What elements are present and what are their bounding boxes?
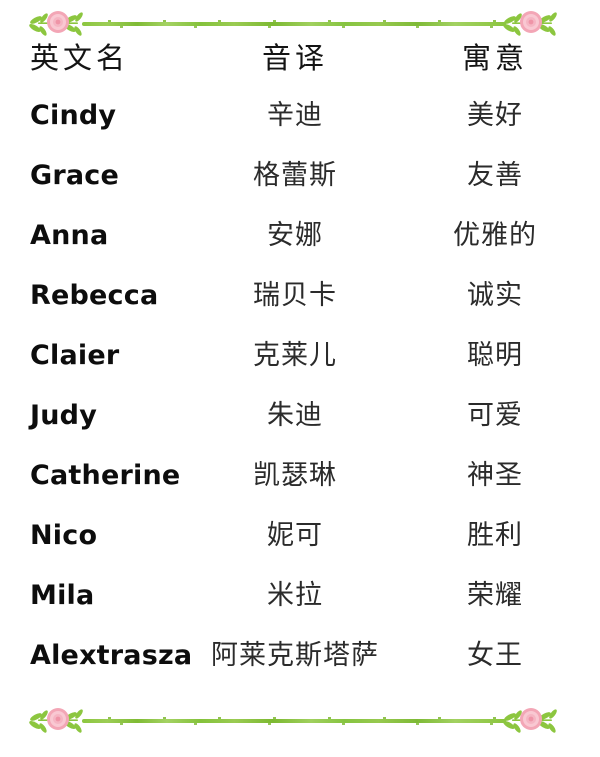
rose-icon [47, 708, 69, 730]
transliteration-text: 米拉 [267, 580, 323, 611]
cell-english-name: Catherine [0, 462, 200, 489]
meaning-text: 神圣 [467, 460, 523, 491]
meaning-text: 女王 [467, 640, 523, 671]
table-row: Catherine 凯瑟琳 神圣 [0, 462, 600, 522]
english-name-text: Cindy [30, 100, 117, 131]
vine-line-icon [82, 717, 506, 725]
meaning-text: 荣耀 [467, 580, 523, 611]
cell-meaning: 荣耀 [390, 582, 600, 609]
rose-cluster-right-bottom [500, 703, 562, 737]
cell-english-name: Nico [0, 522, 200, 549]
cell-english-name: Cindy [0, 102, 200, 129]
rose-vine-divider-bottom [26, 703, 562, 737]
cell-transliteration: 安娜 [200, 222, 390, 249]
english-name-text: Judy [30, 400, 97, 431]
rose-cluster-left-top [26, 6, 88, 40]
rose-icon [47, 11, 69, 33]
rose-icon [520, 708, 542, 730]
cell-english-name: Rebecca [0, 282, 200, 309]
table-row: Alextrasza 阿莱克斯塔萨 女王 [0, 642, 600, 702]
transliteration-text: 妮可 [267, 520, 323, 551]
cell-english-name: Judy [0, 402, 200, 429]
cell-transliteration: 米拉 [200, 582, 390, 609]
meaning-text: 美好 [467, 100, 523, 131]
cell-english-name: Alextrasza [0, 642, 200, 669]
cell-english-name: Claier [0, 342, 200, 369]
meaning-text: 可爱 [467, 400, 523, 431]
meaning-text: 聪明 [467, 340, 523, 371]
table-row: Anna 安娜 优雅的 [0, 222, 600, 282]
cell-transliteration: 辛迪 [200, 102, 390, 129]
table-row: Cindy 辛迪 美好 [0, 102, 600, 162]
english-name-text: Grace [30, 160, 120, 191]
cell-transliteration: 朱迪 [200, 402, 390, 429]
column-header-meaning-label: 寓意 [461, 41, 528, 75]
transliteration-text: 凯瑟琳 [253, 460, 337, 491]
table-header-row: 英文名 音译 寓意 [0, 44, 600, 102]
english-name-text: Claier [30, 340, 120, 371]
table-row: Nico 妮可 胜利 [0, 522, 600, 582]
column-header-meaning: 寓意 [390, 44, 600, 73]
english-name-text: Nico [30, 520, 98, 551]
cell-transliteration: 格蕾斯 [200, 162, 390, 189]
cell-english-name: Anna [0, 222, 200, 249]
cell-meaning: 友善 [390, 162, 600, 189]
column-header-english-name-label: 英文名 [30, 41, 130, 75]
transliteration-text: 辛迪 [267, 100, 323, 131]
meaning-text: 优雅的 [453, 220, 537, 251]
cell-transliteration: 克莱儿 [200, 342, 390, 369]
transliteration-text: 克莱儿 [253, 340, 337, 371]
cell-transliteration: 凯瑟琳 [200, 462, 390, 489]
transliteration-text: 朱迪 [267, 400, 323, 431]
vine-line-icon [82, 20, 506, 28]
english-name-text: Anna [30, 220, 109, 251]
rose-icon [520, 11, 542, 33]
transliteration-text: 阿莱克斯塔萨 [211, 640, 379, 671]
cell-meaning: 美好 [390, 102, 600, 129]
name-list-page: 英文名 音译 寓意 Cindy 辛迪 美好 Grace 格蕾斯 友善 Anna … [0, 0, 600, 757]
cell-transliteration: 妮可 [200, 522, 390, 549]
cell-meaning: 女王 [390, 642, 600, 669]
table-row: Claier 克莱儿 聪明 [0, 342, 600, 402]
cell-transliteration: 阿莱克斯塔萨 [200, 642, 390, 669]
table-row: Mila 米拉 荣耀 [0, 582, 600, 642]
table-row: Rebecca 瑞贝卡 诚实 [0, 282, 600, 342]
cell-meaning: 聪明 [390, 342, 600, 369]
name-table: 英文名 音译 寓意 Cindy 辛迪 美好 Grace 格蕾斯 友善 Anna … [0, 44, 600, 702]
cell-meaning: 诚实 [390, 282, 600, 309]
meaning-text: 诚实 [467, 280, 523, 311]
english-name-text: Catherine [30, 460, 181, 491]
table-row: Grace 格蕾斯 友善 [0, 162, 600, 222]
cell-meaning: 可爱 [390, 402, 600, 429]
column-header-transliteration: 音译 [200, 44, 390, 73]
cell-meaning: 优雅的 [390, 222, 600, 249]
cell-meaning: 神圣 [390, 462, 600, 489]
meaning-text: 胜利 [467, 520, 523, 551]
column-header-english-name: 英文名 [0, 44, 200, 73]
table-row: Judy 朱迪 可爱 [0, 402, 600, 462]
transliteration-text: 安娜 [267, 220, 323, 251]
meaning-text: 友善 [467, 160, 523, 191]
cell-transliteration: 瑞贝卡 [200, 282, 390, 309]
english-name-text: Rebecca [30, 280, 159, 311]
english-name-text: Mila [30, 580, 95, 611]
rose-cluster-left-bottom [26, 703, 88, 737]
transliteration-text: 瑞贝卡 [253, 280, 337, 311]
rose-cluster-right-top [500, 6, 562, 40]
cell-meaning: 胜利 [390, 522, 600, 549]
cell-english-name: Grace [0, 162, 200, 189]
transliteration-text: 格蕾斯 [253, 160, 337, 191]
column-header-transliteration-label: 音译 [261, 41, 328, 75]
rose-vine-divider-top [26, 6, 562, 40]
cell-english-name: Mila [0, 582, 200, 609]
english-name-text: Alextrasza [30, 640, 193, 671]
